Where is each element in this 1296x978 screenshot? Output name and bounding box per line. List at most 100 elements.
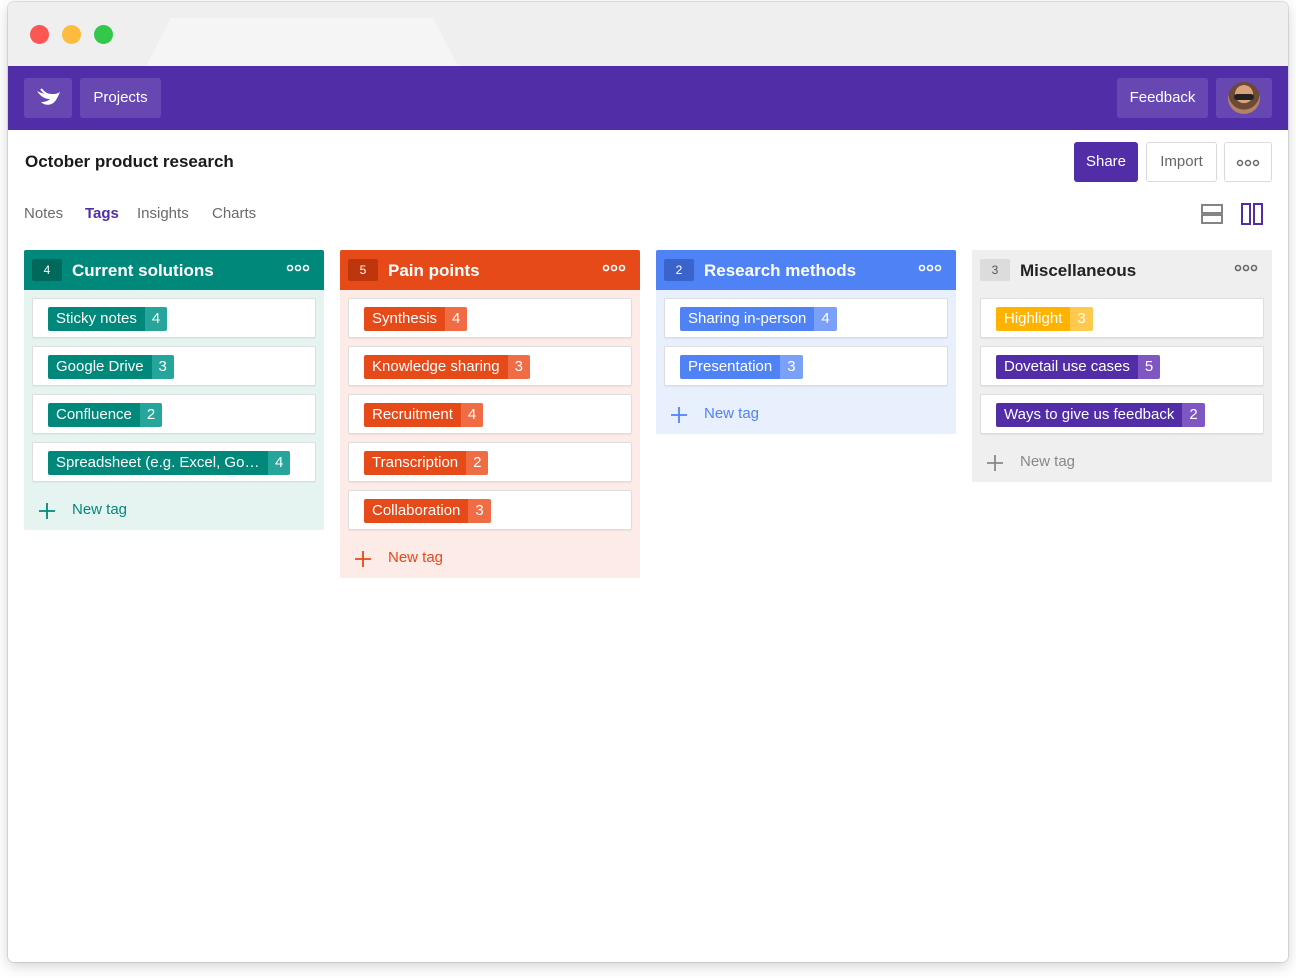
tag-card[interactable]: Highlight 3 xyxy=(980,298,1264,338)
tag-chip[interactable]: Presentation 3 xyxy=(680,355,803,379)
column-pain-points: 5 Pain points Synthesis 4 Knowledge sharing 3… xyxy=(340,250,640,578)
tag-count: 2 xyxy=(466,451,489,475)
tag-label: Highlight xyxy=(996,307,1071,331)
tag-chip[interactable]: Synthesis 4 xyxy=(364,307,468,331)
tag-count: 3 xyxy=(507,355,530,379)
tag-chip[interactable]: Sticky notes 4 xyxy=(48,307,168,331)
plus-icon xyxy=(987,455,1003,471)
feedback-button[interactable]: Feedback xyxy=(1117,78,1208,118)
tag-count: 3 xyxy=(1070,307,1093,331)
column-title: Pain points xyxy=(388,261,480,280)
tag-count: 5 xyxy=(1137,355,1161,379)
tag-chip[interactable]: Transcription 2 xyxy=(364,451,489,475)
column-title: Miscellaneous xyxy=(1020,261,1137,280)
tag-card[interactable]: Knowledge sharing 3 xyxy=(348,346,632,386)
browser-tab[interactable] xyxy=(146,18,458,66)
tag-chip[interactable]: Highlight 3 xyxy=(996,307,1093,331)
import-button[interactable]: Import xyxy=(1146,142,1217,182)
app-window: Projects Feedback October product resear… xyxy=(8,2,1288,962)
tag-chip[interactable]: Ways to give us feedback 2 xyxy=(996,403,1205,427)
close-window-button[interactable] xyxy=(30,25,49,44)
tab-insights[interactable]: Insights xyxy=(137,205,189,222)
plus-icon xyxy=(671,407,687,423)
tab-tags[interactable]: Tags xyxy=(85,205,119,222)
tag-card[interactable]: Synthesis 4 xyxy=(348,298,632,338)
tag-card[interactable]: Spreadsheet (e.g. Excel, Goo... 4 xyxy=(32,442,316,482)
tag-chip[interactable]: Sharing in-person 4 xyxy=(680,307,837,331)
tag-chip[interactable]: Dovetail use cases 5 xyxy=(996,355,1161,379)
tag-card[interactable]: Recruitment 4 xyxy=(348,394,632,434)
tag-card[interactable]: Transcription 2 xyxy=(348,442,632,482)
tag-count: 2 xyxy=(1182,403,1205,427)
column-header[interactable]: 4 Current solutions xyxy=(24,250,324,290)
tag-card[interactable]: Collaboration 3 xyxy=(348,490,632,530)
new-tag-label: New tag xyxy=(704,405,760,422)
plus-icon xyxy=(355,551,371,567)
tag-label: Synthesis xyxy=(364,307,446,331)
new-tag-label: New tag xyxy=(388,549,444,566)
more-dots-icon xyxy=(1236,159,1260,167)
tag-card[interactable]: Ways to give us feedback 2 xyxy=(980,394,1264,434)
tab-notes[interactable]: Notes xyxy=(24,205,63,222)
tag-label: Sticky notes xyxy=(48,307,145,331)
column-research-methods: 2 Research methods Sharing in-person 4 Prese… xyxy=(656,250,956,434)
tag-card[interactable]: Confluence 2 xyxy=(32,394,316,434)
tag-label: Ways to give us feedback xyxy=(996,403,1183,427)
tag-card[interactable]: Dovetail use cases 5 xyxy=(980,346,1264,386)
new-tag-label: New tag xyxy=(1020,453,1076,470)
minimize-window-button[interactable] xyxy=(62,25,81,44)
tab-charts[interactable]: Charts xyxy=(212,205,256,222)
tag-label: Dovetail use cases xyxy=(996,355,1138,379)
column-title: Research methods xyxy=(704,261,857,280)
board-view-icon[interactable] xyxy=(1241,203,1263,225)
column-header[interactable]: 2 Research methods xyxy=(656,250,956,290)
column-more-icon[interactable] xyxy=(286,264,310,272)
tag-chip[interactable]: Collaboration 3 xyxy=(364,499,491,523)
column-more-icon[interactable] xyxy=(602,264,626,272)
tag-chip[interactable]: Google Drive 3 xyxy=(48,355,174,379)
tag-label: Google Drive xyxy=(48,355,152,379)
tag-label: Confluence xyxy=(48,403,140,427)
tag-count: 3 xyxy=(468,499,491,523)
more-options-button[interactable] xyxy=(1224,142,1272,182)
tag-chip[interactable]: Knowledge sharing 3 xyxy=(364,355,530,379)
tag-card[interactable]: Sharing in-person 4 xyxy=(664,298,948,338)
column-count-badge: 4 xyxy=(32,259,62,281)
page-title: October product research xyxy=(25,152,234,171)
tag-label: Sharing in-person xyxy=(680,307,815,331)
column-more-icon[interactable] xyxy=(1234,264,1258,272)
browser-chrome xyxy=(8,2,1288,66)
column-count-badge: 3 xyxy=(980,259,1010,281)
tag-label: Presentation xyxy=(680,355,781,379)
tag-card[interactable]: Google Drive 3 xyxy=(32,346,316,386)
avatar xyxy=(1228,82,1260,114)
column-header[interactable]: 5 Pain points xyxy=(340,250,640,290)
tag-label: Recruitment xyxy=(364,403,461,427)
tag-count: 3 xyxy=(780,355,803,379)
list-view-icon[interactable] xyxy=(1201,203,1223,225)
tag-chip[interactable]: Recruitment 4 xyxy=(364,403,484,427)
tag-label: Knowledge sharing xyxy=(364,355,508,379)
new-tag-label: New tag xyxy=(72,501,128,518)
column-header[interactable]: 3 Miscellaneous xyxy=(972,250,1272,290)
share-button[interactable]: Share xyxy=(1074,142,1138,182)
tag-count: 4 xyxy=(460,403,484,427)
tag-label: Collaboration xyxy=(364,499,469,523)
plus-icon xyxy=(39,503,55,519)
column-title: Current solutions xyxy=(72,261,214,280)
tag-card[interactable]: Sticky notes 4 xyxy=(32,298,316,338)
tag-chip[interactable]: Confluence 2 xyxy=(48,403,163,427)
tag-label: Spreadsheet (e.g. Excel, Goo... xyxy=(48,451,268,475)
column-count-badge: 5 xyxy=(348,259,378,281)
maximize-window-button[interactable] xyxy=(94,25,113,44)
tag-chip[interactable]: Spreadsheet (e.g. Excel, Goo... 4 xyxy=(48,451,291,475)
tag-card[interactable]: Presentation 3 xyxy=(664,346,948,386)
top-navigation-bar: Projects Feedback xyxy=(8,66,1288,130)
column-count-badge: 2 xyxy=(664,259,694,281)
tag-label: Transcription xyxy=(364,451,467,475)
user-menu-button[interactable] xyxy=(1216,78,1272,118)
projects-button[interactable]: Projects xyxy=(80,78,161,118)
tag-count: 2 xyxy=(139,403,163,427)
home-logo-button[interactable] xyxy=(24,78,72,118)
column-more-icon[interactable] xyxy=(918,264,942,272)
